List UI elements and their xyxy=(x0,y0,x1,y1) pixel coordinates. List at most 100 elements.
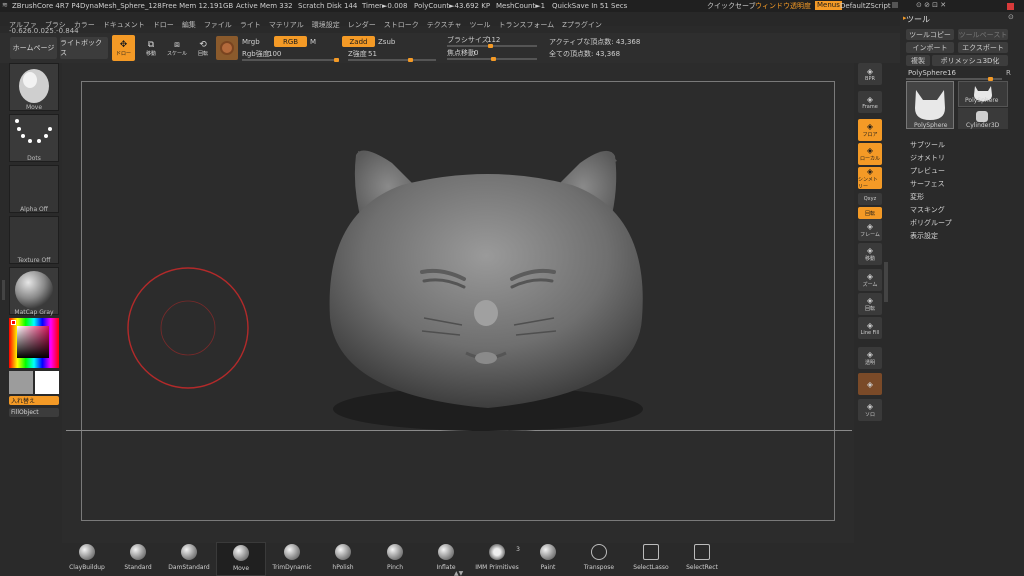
rgb-toggle[interactable]: RGB xyxy=(274,36,307,47)
tool-section-header[interactable]: 表示設定 xyxy=(910,231,938,241)
bottom-shelf-handle[interactable]: ▲▼ xyxy=(454,570,464,576)
menu-item[interactable]: テクスチャ xyxy=(427,18,462,32)
tool-slider-r-icon[interactable]: R xyxy=(1006,70,1011,77)
export-button[interactable]: エクスポート xyxy=(958,42,1008,53)
rgb-intensity-knob[interactable] xyxy=(334,58,339,62)
right-shelf-button[interactable]: ◈ xyxy=(858,373,882,395)
color-picker[interactable] xyxy=(9,318,59,368)
secondary-color-swatch[interactable] xyxy=(9,371,33,394)
bottom-brush-button[interactable]: Pinch xyxy=(370,542,420,576)
swap-colors-button[interactable]: 入れ替え xyxy=(9,396,59,405)
right-shelf-label: Qxyz xyxy=(863,196,877,202)
color-square[interactable] xyxy=(17,326,49,358)
menu-item[interactable]: Zプラグイン xyxy=(562,18,602,32)
right-shelf-button[interactable]: ◈ 透明 xyxy=(858,347,882,369)
menu-item[interactable]: マテリアル xyxy=(269,18,304,32)
tool-section-header[interactable]: 変形 xyxy=(910,192,924,202)
right-shelf-label: 透明 xyxy=(864,360,875,366)
tool-section-header[interactable]: プレビュー xyxy=(910,166,945,176)
bottom-brush-button[interactable]: Move xyxy=(216,542,266,576)
rotate-button[interactable]: ⟲ 回転 xyxy=(192,36,214,60)
menu-item[interactable]: ドキュメント xyxy=(103,18,145,32)
bottom-brush-button[interactable]: SelectRect xyxy=(677,542,727,576)
bottom-brush-button[interactable]: Standard xyxy=(113,542,163,576)
import-button[interactable]: インポート xyxy=(906,42,954,53)
right-shelf-button[interactable]: ◈ Frame xyxy=(858,91,882,113)
color-marker[interactable] xyxy=(11,320,16,325)
brush-icon xyxy=(79,544,95,560)
draw-button[interactable]: ✥ ドロー xyxy=(112,35,135,61)
right-shelf-button[interactable]: ◈ Line Fill xyxy=(858,317,882,339)
brush-label: Standard xyxy=(124,564,152,571)
right-shelf-button[interactable]: ◈ シンメトリー xyxy=(858,167,882,190)
right-shelf-button[interactable]: ◈ 移動 xyxy=(858,243,882,265)
material-thumbnail[interactable] xyxy=(9,267,59,315)
move-button[interactable]: ⧉ 移動 xyxy=(140,36,162,60)
bottom-brush-button[interactable]: SelectLasso xyxy=(626,542,676,576)
scale-button[interactable]: ⧈ スケール xyxy=(166,36,188,60)
tool-section-header[interactable]: サブツール xyxy=(910,140,945,150)
right-shelf-button[interactable]: ◈ ローカル xyxy=(858,143,882,165)
left-shelf-handle[interactable] xyxy=(2,280,5,300)
right-shelf-button[interactable]: Qxyz xyxy=(858,193,882,205)
make-polymesh-button[interactable]: ポリメッシュ3D化 xyxy=(932,55,1008,66)
menu-item[interactable]: 編集 xyxy=(182,18,196,32)
focal-shift-knob[interactable] xyxy=(491,57,496,61)
tool-section-header[interactable]: ポリグループ xyxy=(910,218,952,228)
right-shelf-button[interactable]: ◈ フロア xyxy=(858,119,882,141)
right-shelf-button[interactable]: 回転 xyxy=(858,207,882,219)
close-icon[interactable] xyxy=(1007,3,1014,10)
menus-toggle[interactable]: Menus xyxy=(815,1,842,10)
mrgb-toggle[interactable]: Mrgb xyxy=(242,39,260,46)
bottom-brush-button[interactable]: TrimDynamic xyxy=(267,542,317,576)
tool-section-header[interactable]: ジオメトリ xyxy=(910,153,945,163)
bottom-brush-button[interactable]: IMM Primitives 3 xyxy=(472,542,522,576)
menu-item[interactable]: 環境設定 xyxy=(312,18,340,32)
menu-item[interactable]: ライト xyxy=(240,18,261,32)
rgb-intensity-slider[interactable] xyxy=(242,59,338,61)
default-zscript[interactable]: DefaultZScript xyxy=(840,3,891,10)
zadd-toggle[interactable]: Zadd xyxy=(342,36,375,47)
menu-item[interactable]: ツール xyxy=(469,18,490,32)
menu-item[interactable]: レンダー xyxy=(348,18,376,32)
total-points: 全ての頂点数: 43,368 xyxy=(549,50,621,58)
bottom-brush-button[interactable]: Transpose xyxy=(574,542,624,576)
brush-size-knob[interactable] xyxy=(488,44,493,48)
brush-label: SelectRect xyxy=(686,564,718,571)
tool-copy-button[interactable]: ツールコピー xyxy=(906,29,954,40)
menu-item[interactable]: ドロー xyxy=(153,18,174,32)
bottom-brush-button[interactable]: ClayBuildup xyxy=(62,542,112,576)
fill-object-button[interactable]: FillObject xyxy=(9,408,59,417)
right-shelf-button[interactable]: ◈ BPR xyxy=(858,63,882,85)
tool-section-header[interactable]: マスキング xyxy=(910,205,945,215)
bottom-brush-button[interactable]: DamStandard xyxy=(164,542,214,576)
menu-item[interactable]: ファイル xyxy=(204,18,232,32)
zsub-toggle[interactable]: Zsub xyxy=(378,39,395,46)
right-shelf-button[interactable]: ◈ フレーム xyxy=(858,219,882,241)
minimize-icon[interactable] xyxy=(892,2,898,8)
menu-item[interactable]: トランスフォーム xyxy=(498,18,554,32)
tool-paste-button[interactable]: ツールペースト xyxy=(958,29,1008,40)
right-shelf-button[interactable]: ◈ ソロ xyxy=(858,399,882,421)
brush-icon xyxy=(387,544,403,560)
palette-dock-icon[interactable]: ⊙ xyxy=(1008,14,1014,21)
primary-color-swatch[interactable] xyxy=(35,371,59,394)
tool-section-header[interactable]: サーフェス xyxy=(910,179,945,189)
quick-save-button[interactable]: クイックセーブ xyxy=(707,3,756,10)
z-intensity-knob[interactable] xyxy=(408,58,413,62)
lightbox-button[interactable]: ライトボックス xyxy=(60,37,108,59)
right-shelf-button[interactable]: ◈ ズーム xyxy=(858,269,882,291)
bottom-brush-button[interactable]: hPolish xyxy=(318,542,368,576)
right-shelf-handle[interactable] xyxy=(884,262,888,302)
material-swatch-button[interactable] xyxy=(216,36,238,60)
m-toggle[interactable]: M xyxy=(310,39,316,46)
clone-button[interactable]: 複製 xyxy=(906,55,930,66)
z-intensity-slider[interactable] xyxy=(348,59,436,61)
menu-item[interactable]: ストローク xyxy=(384,18,419,32)
right-shelf-label: シンメトリー xyxy=(858,176,878,190)
right-shelf-button[interactable]: ◈ 回転 xyxy=(858,293,882,315)
bottom-brush-button[interactable]: Paint xyxy=(523,542,573,576)
window-transparency-toggle[interactable]: ウィンドウ透明度 xyxy=(755,3,811,10)
window-controls-icon[interactable]: ⊙ ⊘ ⊡ ✕ xyxy=(916,2,946,9)
home-page-button[interactable]: ホームページ xyxy=(10,37,57,59)
